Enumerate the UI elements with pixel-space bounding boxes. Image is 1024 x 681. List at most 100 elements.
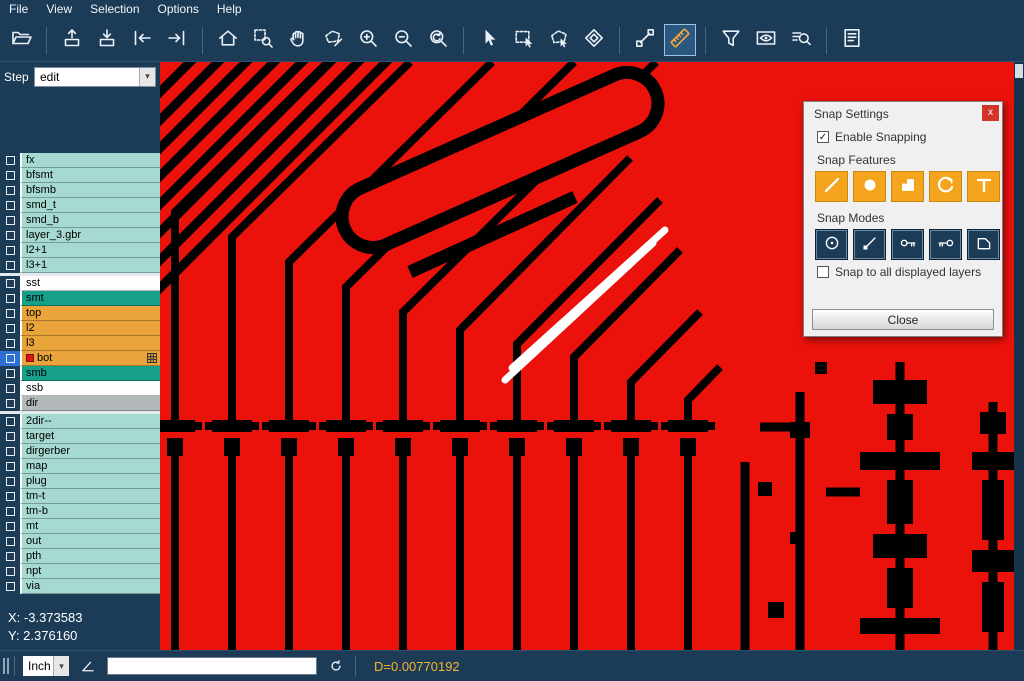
layer-name[interactable]: top: [20, 306, 160, 321]
layer-row-l3+1[interactable]: l3+1: [0, 258, 160, 273]
layer-visibility-checkbox[interactable]: [0, 243, 20, 258]
layer-row-pth[interactable]: pth: [0, 549, 160, 564]
layer-name[interactable]: npt: [20, 564, 160, 579]
select-polygon-button[interactable]: [543, 24, 575, 56]
report-button[interactable]: [836, 24, 868, 56]
vertical-scrollbar[interactable]: [1014, 62, 1024, 650]
layer-name[interactable]: dir: [20, 396, 160, 411]
layer-row-bfsmb[interactable]: bfsmb: [0, 183, 160, 198]
layer-visibility-checkbox[interactable]: [0, 351, 20, 366]
layer-row-tm-t[interactable]: tm-t: [0, 489, 160, 504]
pan-hand-button[interactable]: [282, 24, 314, 56]
layer-visibility-checkbox[interactable]: [0, 306, 20, 321]
snap-key-left-button[interactable]: [891, 229, 924, 260]
layer-name[interactable]: smt: [20, 291, 160, 306]
layer-name[interactable]: 2dir--: [20, 414, 160, 429]
layer-visibility-checkbox[interactable]: [0, 381, 20, 396]
layer-row-via[interactable]: via: [0, 579, 160, 594]
layer-visibility-checkbox[interactable]: [0, 321, 20, 336]
layer-name[interactable]: l2+1: [20, 243, 160, 258]
layer-name[interactable]: l3: [20, 336, 160, 351]
layer-row-plug[interactable]: plug: [0, 474, 160, 489]
layer-name[interactable]: smd_t: [20, 198, 160, 213]
shift-left-button[interactable]: [126, 24, 158, 56]
layer-row-bfsmt[interactable]: bfsmt: [0, 168, 160, 183]
layer-visibility-checkbox[interactable]: [0, 168, 20, 183]
layer-visibility-checkbox[interactable]: [0, 414, 20, 429]
layer-row-l3[interactable]: l3: [0, 336, 160, 351]
unit-select[interactable]: Inch ▾: [23, 656, 69, 676]
layer-visibility-checkbox[interactable]: [0, 489, 20, 504]
layer-visibility-checkbox[interactable]: [0, 396, 20, 411]
layer-visibility-checkbox[interactable]: [0, 474, 20, 489]
layer-row-layer_3.gbr[interactable]: layer_3.gbr: [0, 228, 160, 243]
snap-center-button[interactable]: [815, 229, 848, 260]
layer-row-smt[interactable]: smt: [0, 291, 160, 306]
step-select[interactable]: edit ▾: [34, 67, 156, 87]
display-options-button[interactable]: [750, 24, 782, 56]
layer-name[interactable]: out: [20, 534, 160, 549]
layer-visibility-checkbox[interactable]: [0, 153, 20, 168]
zoom-out-button[interactable]: [387, 24, 419, 56]
layer-visibility-checkbox[interactable]: [0, 444, 20, 459]
layer-row-dirgerber[interactable]: dirgerber: [0, 444, 160, 459]
snap-text-button[interactable]: [967, 171, 1000, 202]
layer-name[interactable]: target: [20, 429, 160, 444]
layer-row-bot[interactable]: bot: [0, 351, 160, 366]
snap-pad-button[interactable]: [853, 171, 886, 202]
menu-options[interactable]: Options: [149, 0, 208, 19]
shift-right-button[interactable]: [161, 24, 193, 56]
layer-name[interactable]: dirgerber: [20, 444, 160, 459]
measure-ruler-button[interactable]: [664, 24, 696, 56]
layer-name[interactable]: sst: [20, 276, 160, 291]
zoom-polygon-button[interactable]: [317, 24, 349, 56]
layer-row-top[interactable]: top: [0, 306, 160, 321]
select-cursor-button[interactable]: [473, 24, 505, 56]
layer-row-map[interactable]: map: [0, 459, 160, 474]
layer-row-target[interactable]: target: [0, 429, 160, 444]
layer-visibility-checkbox[interactable]: [0, 258, 20, 273]
layer-visibility-checkbox[interactable]: [0, 336, 20, 351]
chevron-down-icon[interactable]: ▾: [139, 68, 155, 86]
layer-name[interactable]: via: [20, 579, 160, 594]
layer-visibility-checkbox[interactable]: [0, 276, 20, 291]
zoom-in-button[interactable]: [352, 24, 384, 56]
layer-visibility-checkbox[interactable]: [0, 564, 20, 579]
snap-all-layers-checkbox[interactable]: [817, 266, 829, 278]
close-button[interactable]: Close: [812, 309, 994, 330]
layer-name[interactable]: map: [20, 459, 160, 474]
layer-name[interactable]: layer_3.gbr: [20, 228, 160, 243]
select-reference-button[interactable]: [578, 24, 610, 56]
layer-visibility-checkbox[interactable]: [0, 519, 20, 534]
zoom-previous-button[interactable]: [422, 24, 454, 56]
layer-name[interactable]: smb: [20, 366, 160, 381]
import-bottom-button[interactable]: [91, 24, 123, 56]
snap-contour-button[interactable]: [967, 229, 1000, 260]
layer-visibility-checkbox[interactable]: [0, 504, 20, 519]
layer-visibility-checkbox[interactable]: [0, 198, 20, 213]
layer-row-smb[interactable]: smb: [0, 366, 160, 381]
snap-point-button[interactable]: [853, 229, 886, 260]
layer-name[interactable]: l3+1: [20, 258, 160, 273]
layer-row-tm-b[interactable]: tm-b: [0, 504, 160, 519]
filter-button[interactable]: [715, 24, 747, 56]
layer-name[interactable]: ssb: [20, 381, 160, 396]
layer-visibility-checkbox[interactable]: [0, 183, 20, 198]
layer-name[interactable]: plug: [20, 474, 160, 489]
layer-row-l2+1[interactable]: l2+1: [0, 243, 160, 258]
layer-visibility-checkbox[interactable]: [0, 213, 20, 228]
layer-visibility-checkbox[interactable]: [0, 291, 20, 306]
layer-row-npt[interactable]: npt: [0, 564, 160, 579]
layer-name[interactable]: tm-t: [20, 489, 160, 504]
layer-name[interactable]: tm-b: [20, 504, 160, 519]
layer-visibility-checkbox[interactable]: [0, 534, 20, 549]
snap-line-button[interactable]: [815, 171, 848, 202]
import-top-button[interactable]: [56, 24, 88, 56]
snap-surface-button[interactable]: [891, 171, 924, 202]
layer-row-ssb[interactable]: ssb: [0, 381, 160, 396]
layer-visibility-checkbox[interactable]: [0, 228, 20, 243]
snap-arc-button[interactable]: [929, 171, 962, 202]
layer-row-smd_b[interactable]: smd_b: [0, 213, 160, 228]
layer-name[interactable]: l2: [20, 321, 160, 336]
layer-name[interactable]: smd_b: [20, 213, 160, 228]
